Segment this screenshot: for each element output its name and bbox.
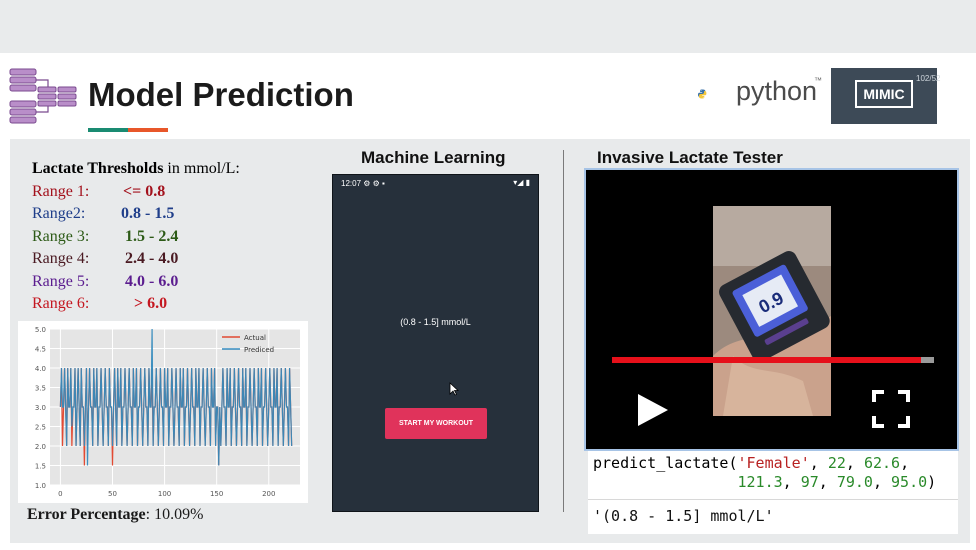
y-tick-label: 2.0 [35,443,46,451]
y-tick-label: 4.5 [35,346,46,354]
range-value: 4.0 - 6.0 [125,272,179,290]
status-time: 12:07 [341,179,362,188]
range-label: Range 5: [32,272,90,290]
y-tick-label: 3.0 [35,404,46,412]
status-bar-signal-icon: ▾◢ ▮ [513,178,530,187]
range-value: <= 0.8 [123,182,166,200]
range-label: Range 1: [32,182,90,200]
y-tick-label: 2.5 [35,424,46,432]
y-tick-label: 1.0 [35,482,46,490]
range-value: > 6.0 [134,295,168,312]
database-icon [9,68,77,124]
status-bar-time: 12:07 ⚙ ⚙ ▪ [341,179,385,188]
x-tick-label: 150 [210,490,223,498]
range-value: 0.8 - 1.5 [121,205,175,222]
error-label: Error Percentage [27,506,146,523]
lactate-meter-photo: 0.9 [713,206,831,416]
prediction-result: (0.8 - 1.5] mmol/L [400,317,471,327]
code-sep: , [872,473,892,491]
code-number: 62.6 [863,454,901,472]
mouse-cursor-icon [449,382,459,396]
code-cell: predict_lactate('Female', 22, 62.6, 121.… [588,451,958,501]
start-workout-button[interactable]: START MY WORKOUT [385,408,487,439]
x-tick-label: 200 [262,490,275,498]
python-logo-icon [698,89,707,99]
code-text: predict_lactate('Female', 22, 62.6, 121.… [593,454,936,492]
code-number: 97 [800,473,819,491]
prediction-chart-svg: 1.0 1.5 2.0 2.5 3.0 3.5 4.0 4.5 5.0 0 50 100 150 200 A… [35,326,300,498]
range-label: Range 3: [32,227,90,245]
code-sep: , [809,454,828,472]
video-progress-fill [612,357,922,363]
code-sep: , [818,473,837,491]
prediction-chart: 1.0 1.5 2.0 2.5 3.0 3.5 4.0 4.5 5.0 0 50 100 150 200 A… [18,321,308,503]
code-number: 79.0 [836,473,873,491]
y-tick-label: 1.5 [35,463,46,471]
status-icons: ⚙ ⚙ ▪ [363,179,385,188]
code-output-text: '(0.8 - 1.5] mmol/L' [593,507,774,525]
play-icon[interactable] [636,392,670,428]
top-band [0,0,976,53]
code-sep: , [782,473,801,491]
mimic-logo-text: MIMIC [855,80,913,108]
phone-screen: 12:07 ⚙ ⚙ ▪ ▾◢ ▮ (0.8 - 1.5] mmol/L STAR… [332,174,539,512]
thresholds-heading-rest: in mmol/L: [163,160,240,177]
y-tick-label: 5.0 [35,326,46,334]
x-tick-label: 0 [58,490,62,498]
title-accent-green [88,128,130,132]
python-tm: ™ [814,76,822,85]
y-tick-label: 3.5 [35,385,46,393]
thresholds-heading-bold: Lactate Thresholds [32,160,164,177]
code-number: 95.0 [891,473,928,491]
range-label: Range 4: [32,250,90,267]
invasive-tester-title: Invasive Lactate Tester [597,148,783,167]
python-wordmark: python [736,76,818,106]
error-percentage: Error Percentage: 10.09% [27,506,203,524]
code-fn: predict_lactate( [593,454,738,472]
code-sep: , [845,454,864,472]
range-label: Range 6: [32,295,90,312]
title-accent-orange [128,128,168,132]
y-tick-label: 4.0 [35,365,46,373]
video-player[interactable]: 0.9 [584,168,959,451]
video-progress-track[interactable] [612,357,934,363]
fullscreen-icon[interactable] [872,390,910,428]
range-label: Range2: [32,205,86,222]
range-value: 1.5 - 2.4 [125,227,179,245]
code-number: 22 [827,454,846,472]
x-tick-label: 100 [158,490,171,498]
x-tick-label: 50 [108,490,117,498]
code-output: '(0.8 - 1.5] mmol/L' [588,499,958,534]
range-value: 2.4 - 4.0 [125,250,179,267]
page-title: Model Prediction [88,76,354,113]
code-string: 'Female' [737,454,810,472]
machine-learning-title: Machine Learning [361,148,506,167]
legend-label: Actual [244,334,266,342]
mimic-logo-small: 102/52 [916,74,941,83]
legend-label: Prediced [244,346,274,354]
code-sep: , [900,454,910,472]
code-sep: ) [927,473,937,491]
code-number: 121.3 [737,473,783,491]
error-value: : 10.09% [145,506,204,523]
column-divider [563,150,564,512]
lactate-meter-illustration: 0.9 [713,206,831,416]
